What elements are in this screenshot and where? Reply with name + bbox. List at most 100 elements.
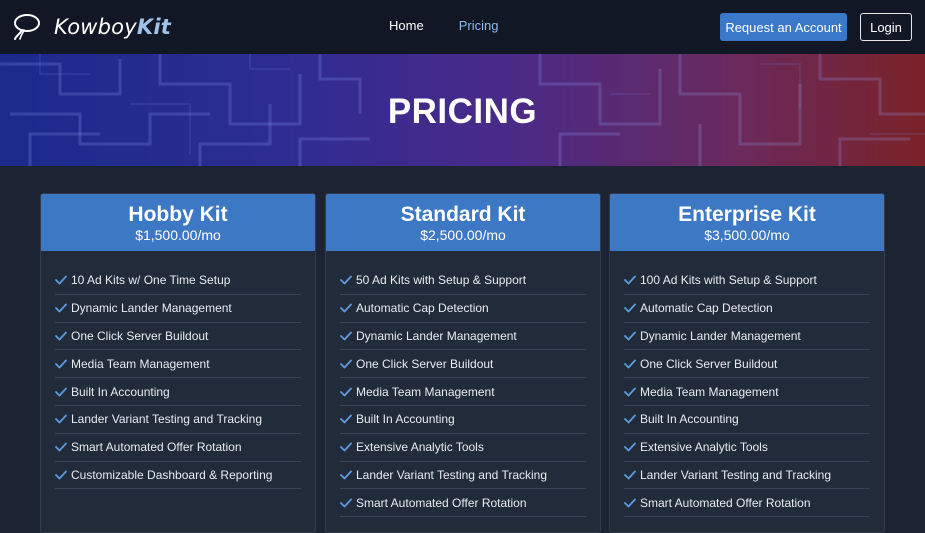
checkmark-icon (55, 359, 67, 369)
feature-item: One Click Server Buildout (624, 350, 870, 379)
plan-price: $1,500.00/mo (135, 227, 221, 243)
feature-item: One Click Server Buildout (55, 323, 301, 351)
checkmark-icon (55, 331, 67, 341)
brand-logo[interactable]: KowboyKit (12, 11, 171, 43)
checkmark-icon (340, 498, 352, 508)
feature-item: Lander Variant Testing and Tracking (624, 462, 870, 490)
plan-title: Enterprise Kit (678, 203, 816, 226)
nav-home[interactable]: Home (389, 18, 424, 33)
feature-item: Lander Variant Testing and Tracking (55, 406, 301, 434)
feature-label: Smart Automated Offer Rotation (640, 495, 811, 510)
feature-item: Lander Variant Testing and Tracking (340, 462, 586, 490)
feature-label: Lander Variant Testing and Tracking (356, 467, 548, 482)
feature-item: Extensive Analytic Tools (624, 434, 870, 462)
plan-card-hobby: Hobby Kit $1,500.00/mo 10 Ad Kits w/ One… (40, 193, 316, 533)
feature-label: Media Team Management (71, 356, 210, 371)
page-title: PRICING (387, 92, 538, 131)
feature-item: Smart Automated Offer Rotation (55, 434, 301, 462)
feature-label: 50 Ad Kits with Setup & Support (356, 273, 527, 288)
feature-item: Built In Accounting (340, 406, 586, 434)
plan-card-enterprise: Enterprise Kit $3,500.00/mo 100 Ad Kits … (609, 193, 885, 533)
checkmark-icon (55, 275, 67, 285)
feature-item: Automatic Cap Detection (624, 295, 870, 323)
feature-label: Extensive Analytic Tools (356, 440, 484, 455)
checkmark-icon (624, 442, 636, 452)
plan-price: $3,500.00/mo (704, 227, 790, 243)
checkmark-icon (624, 275, 636, 285)
plan-price: $2,500.00/mo (420, 227, 506, 243)
feature-item: 50 Ad Kits with Setup & Support (340, 267, 586, 295)
request-account-button[interactable]: Request an Account (720, 13, 847, 41)
feature-label: 10 Ad Kits w/ One Time Setup (71, 273, 231, 288)
feature-label: Automatic Cap Detection (640, 301, 773, 316)
checkmark-icon (340, 331, 352, 341)
checkmark-icon (624, 470, 636, 480)
feature-label: Dynamic Lander Management (356, 328, 517, 343)
feature-label: Built In Accounting (356, 412, 455, 427)
feature-item: One Click Server Buildout (340, 350, 586, 379)
plan-title: Hobby Kit (128, 203, 228, 226)
checkmark-icon (340, 442, 352, 452)
feature-item: Media Team Management (55, 350, 301, 379)
feature-label: Smart Automated Offer Rotation (71, 440, 242, 455)
feature-item: 100 Ad Kits with Setup & Support (624, 267, 870, 295)
feature-label: Dynamic Lander Management (71, 301, 232, 316)
login-button[interactable]: Login (860, 13, 912, 41)
feature-item: Extensive Analytic Tools (340, 434, 586, 462)
checkmark-icon (340, 387, 352, 396)
checkmark-icon (340, 414, 352, 424)
feature-item: Smart Automated Offer Rotation (624, 489, 870, 518)
feature-label: Customizable Dashboard & Reporting (71, 467, 273, 482)
checkmark-icon (624, 414, 636, 424)
feature-item: Dynamic Lander Management (624, 323, 870, 351)
feature-label: Media Team Management (640, 384, 779, 399)
feature-item: Customizable Dashboard & Reporting (55, 462, 301, 490)
feature-item: Media Team Management (624, 378, 870, 406)
plan-header: Standard Kit $2,500.00/mo (326, 194, 600, 251)
hero-banner: PRICING (0, 54, 925, 166)
feature-item: Dynamic Lander Management (340, 323, 586, 351)
plan-header: Enterprise Kit $3,500.00/mo (610, 194, 884, 251)
nav-pricing[interactable]: Pricing (459, 18, 499, 33)
feature-label: Extensive Analytic Tools (640, 440, 768, 455)
checkmark-icon (55, 442, 67, 452)
feature-label: Smart Automated Offer Rotation (356, 495, 527, 510)
feature-list: 100 Ad Kits with Setup & Support Automati… (624, 267, 870, 518)
feature-label: 100 Ad Kits with Setup & Support (640, 273, 817, 288)
checkmark-icon (340, 359, 352, 369)
feature-item: Built In Accounting (55, 378, 301, 406)
plan-card-standard: Standard Kit $2,500.00/mo 50 Ad Kits wit… (325, 193, 601, 533)
checkmark-icon (55, 470, 67, 480)
navbar: KowboyKit Home Pricing Request an Accoun… (0, 0, 925, 54)
feature-label: Lander Variant Testing and Tracking (71, 412, 263, 427)
main-nav: Home Pricing (389, 18, 498, 33)
feature-label: One Click Server Buildout (640, 356, 778, 371)
feature-label: Built In Accounting (640, 412, 739, 427)
checkmark-icon (55, 303, 67, 313)
checkmark-icon (55, 414, 67, 424)
feature-list: 50 Ad Kits with Setup & Support Automatic… (340, 267, 586, 518)
checkmark-icon (624, 303, 636, 313)
brand-name: KowboyKit (54, 15, 171, 39)
feature-list: 10 Ad Kits w/ One Time Setup Dynamic Land… (55, 267, 301, 490)
plan-header: Hobby Kit $1,500.00/mo (41, 194, 315, 251)
feature-label: Built In Accounting (71, 384, 170, 399)
feature-item: Smart Automated Offer Rotation (340, 489, 586, 518)
feature-label: One Click Server Buildout (71, 328, 209, 343)
checkmark-icon (624, 359, 636, 369)
feature-item: 10 Ad Kits w/ One Time Setup (55, 267, 301, 295)
feature-label: Media Team Management (356, 384, 495, 399)
checkmark-icon (624, 498, 636, 508)
checkmark-icon (340, 470, 352, 480)
feature-label: Lander Variant Testing and Tracking (640, 467, 832, 482)
feature-item: Media Team Management (340, 378, 586, 406)
checkmark-icon (624, 387, 636, 396)
checkmark-icon (340, 303, 352, 313)
feature-item: Built In Accounting (624, 406, 870, 434)
lasso-icon (14, 14, 40, 40)
feature-label: One Click Server Buildout (356, 356, 494, 371)
plan-title: Standard Kit (400, 203, 526, 226)
feature-item: Dynamic Lander Management (55, 295, 301, 323)
feature-label: Dynamic Lander Management (640, 328, 801, 343)
checkmark-icon (340, 275, 352, 285)
